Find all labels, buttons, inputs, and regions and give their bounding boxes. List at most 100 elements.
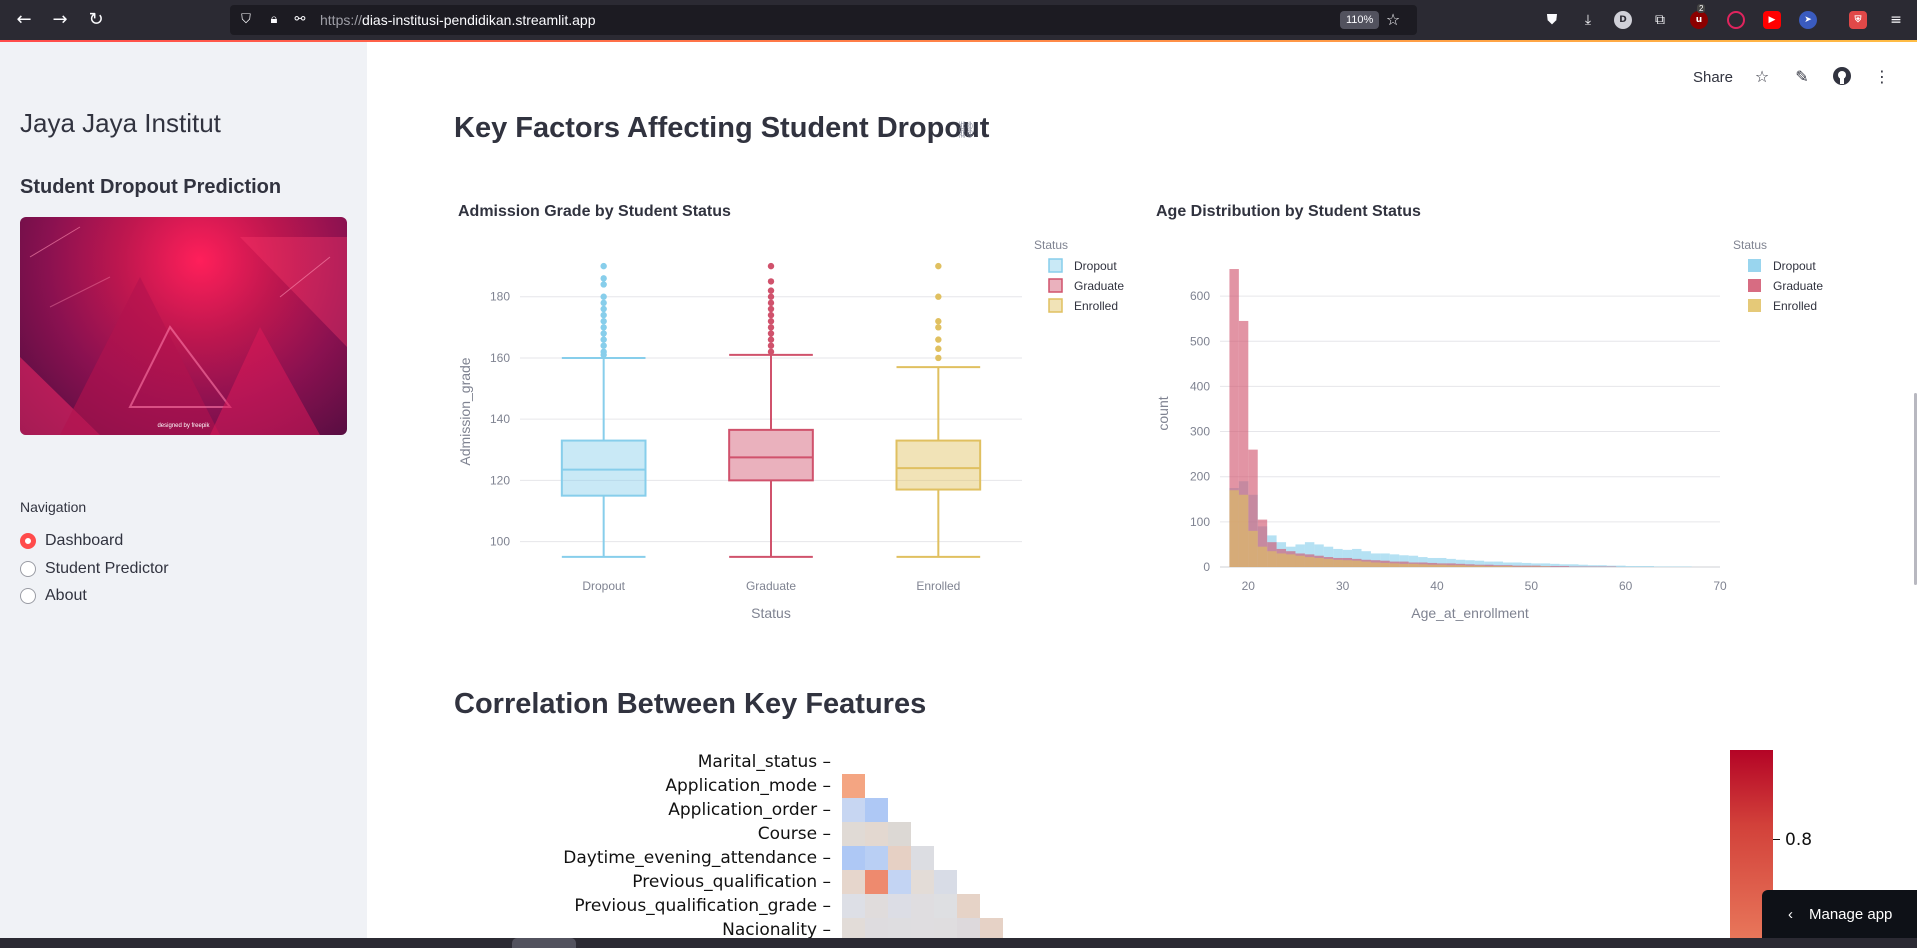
y-tick-label: 200 [1190, 470, 1210, 484]
share-button[interactable]: Share [1693, 69, 1733, 86]
edit-pencil-icon[interactable]: ✎ [1791, 66, 1813, 88]
url-text[interactable]: https://dias-institusi-pendidikan.stream… [320, 12, 595, 28]
ublock-icon[interactable]: u [1690, 11, 1708, 29]
more-vertical-icon[interactable]: ⋮ [1871, 66, 1893, 88]
menu-icon[interactable]: ≡ [1884, 8, 1908, 32]
hist-bar-enrolled [1484, 566, 1494, 567]
image-credit: designed by freepik [157, 423, 210, 429]
hist-bar-dropout [1635, 566, 1645, 567]
heatmap-cell [957, 894, 980, 918]
navigation-label: Navigation [20, 499, 87, 515]
outlier-point [600, 299, 607, 307]
y-tick-label: 100 [490, 535, 510, 549]
heatmap-cell [842, 774, 865, 798]
heatmap-row-label: Daytime_evening_attendance – [563, 848, 831, 868]
hist-bar-enrolled [1276, 553, 1287, 567]
hist-bar-enrolled [1257, 546, 1268, 567]
hist-bar-enrolled [1304, 557, 1315, 567]
hist-bar-enrolled [1361, 561, 1371, 567]
legend-label: Enrolled [1773, 299, 1817, 313]
back-icon[interactable]: ← [12, 8, 36, 32]
radio-unselected-icon[interactable] [20, 561, 36, 577]
profile-d-icon[interactable]: D [1614, 11, 1632, 29]
cursor-extension-icon[interactable]: ➤ [1799, 11, 1817, 29]
hist-bar-enrolled [1323, 558, 1334, 567]
outlier-point [935, 345, 942, 352]
nav-radio-label[interactable]: About [45, 587, 87, 605]
nav-radio-dashboard[interactable]: Dashboard [20, 529, 123, 553]
hist-bar-dropout [1616, 565, 1626, 567]
chart1-title: Admission Grade by Student Status [458, 203, 731, 220]
outlier-point [600, 281, 607, 288]
horizontal-scrollbar-track[interactable] [0, 938, 1917, 948]
sidebar-hero-image: designed by freepik [20, 217, 347, 435]
radio-selected-icon[interactable] [20, 533, 36, 549]
nav-radio-student-predictor[interactable]: Student Predictor [20, 557, 169, 581]
outlier-point [600, 342, 607, 349]
radio-unselected-icon[interactable] [20, 588, 36, 604]
outlier-point [767, 342, 775, 349]
y-tick-label: 500 [1190, 334, 1210, 348]
heatmap-cell [865, 798, 888, 822]
outlier-point [935, 262, 942, 270]
heatmap-cell [911, 846, 934, 870]
nav-radio-about[interactable]: About [20, 584, 87, 608]
address-bar[interactable]: ⛉ 🔒︎ ⚯ https://dias-institusi-pendidikan… [230, 5, 1417, 35]
lock-icon[interactable]: 🔒︎ [266, 11, 282, 29]
download-icon[interactable]: ⤓ [1576, 8, 1600, 32]
youtube-icon[interactable]: ▶ [1763, 11, 1781, 29]
box-graduate [728, 428, 814, 482]
outlier-point [600, 305, 607, 313]
pocket-icon[interactable]: ⛊ [1540, 8, 1564, 32]
outlier-point [767, 311, 775, 319]
x-tick-label: Enrolled [916, 579, 960, 593]
hist-bar-enrolled [1267, 551, 1277, 567]
permissions-icon[interactable]: ⚯ [292, 11, 308, 29]
hist-bar-enrolled [1399, 563, 1409, 567]
outlier-point [600, 324, 607, 331]
outlier-point [767, 330, 775, 337]
heatmap-row-label: Nacionality – [722, 920, 831, 940]
hist-bar-enrolled [1465, 565, 1475, 567]
heatmap-cell [911, 894, 934, 918]
nav-radio-label[interactable]: Student Predictor [45, 560, 169, 578]
zoom-level-badge[interactable]: 110% [1340, 11, 1380, 29]
x-axis-label: Status [751, 605, 791, 621]
y-tick-label: 0 [1203, 560, 1210, 574]
forward-icon[interactable]: → [48, 8, 72, 32]
outlier-point [600, 311, 607, 319]
shield-icon[interactable]: ⛉ [238, 11, 254, 29]
heatmap-row-label: Previous_qualification – [632, 872, 831, 892]
reload-icon[interactable]: ↻ [84, 8, 108, 32]
heatmap-cell [911, 870, 934, 894]
nav-radio-label[interactable]: Dashboard [45, 532, 123, 550]
x-tick-label: 30 [1336, 579, 1350, 593]
extension-red-icon[interactable] [1727, 11, 1745, 29]
outlier-point [767, 278, 775, 285]
heatmap-cell [842, 846, 865, 870]
hist-bar-enrolled [1446, 565, 1456, 567]
github-icon[interactable] [1831, 66, 1853, 88]
legend-swatch [1048, 278, 1063, 293]
shield-extension-icon[interactable]: ⛨ [1849, 11, 1867, 29]
manage-app-button[interactable]: ‹ Manage app [1762, 890, 1917, 938]
extensions-icon[interactable]: ⧉ [1648, 8, 1672, 32]
chart2-title: Age Distribution by Student Status [1156, 203, 1421, 220]
x-axis-label: Age_at_enrollment [1411, 605, 1529, 621]
section-title-key-factors: Key Factors Affecting Student Dropout [454, 112, 990, 144]
manage-app-label: Manage app [1809, 905, 1893, 923]
legend-label: Dropout [1074, 259, 1117, 273]
bookmark-star-icon[interactable]: ☆ [1385, 11, 1401, 29]
sidebar-title: Jaya Jaya Institut [20, 108, 221, 138]
anchor-link-icon[interactable]: ⛓ [956, 120, 976, 139]
star-icon[interactable]: ☆ [1751, 66, 1773, 88]
horizontal-scrollbar-thumb[interactable] [512, 938, 576, 948]
y-tick-label: 180 [490, 290, 510, 304]
legend-swatch [1748, 279, 1761, 292]
hist-bar-dropout [1625, 566, 1636, 567]
hist-bar-enrolled [1389, 563, 1400, 567]
heatmap-cell [888, 822, 911, 846]
x-tick-label: Graduate [746, 579, 796, 593]
section-title-correlation: Correlation Between Key Features [454, 688, 927, 720]
outlier-point [767, 293, 775, 300]
